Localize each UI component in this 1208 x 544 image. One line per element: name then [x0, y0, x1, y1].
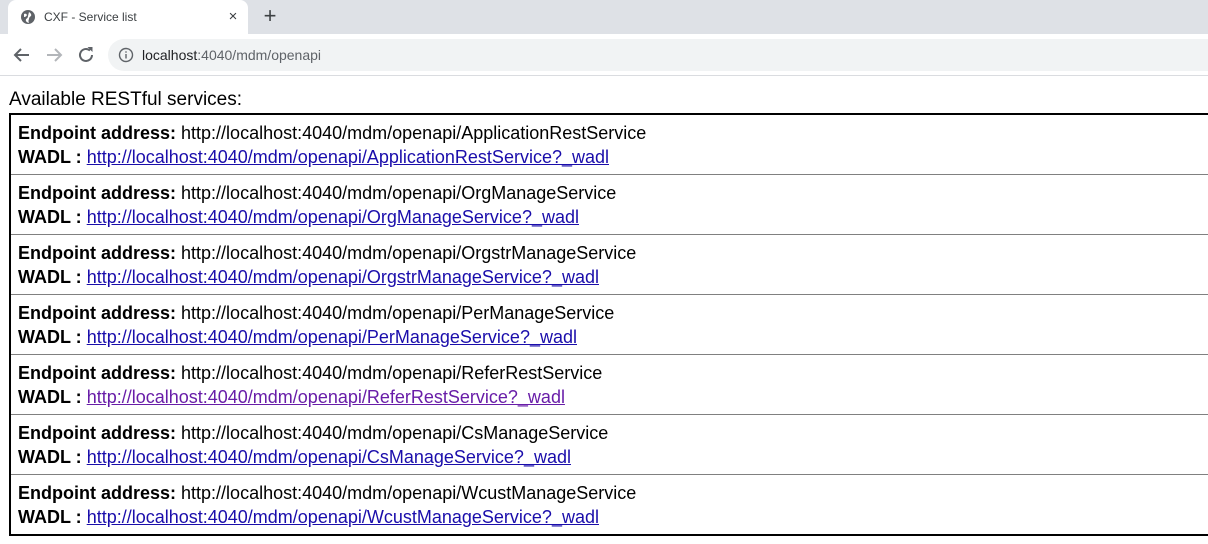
- tab-strip: CXF - Service list × +: [0, 0, 1208, 34]
- wadl-line: WADL : http://localhost:4040/mdm/openapi…: [18, 385, 1201, 409]
- wadl-label: WADL :: [18, 207, 82, 227]
- wadl-link[interactable]: http://localhost:4040/mdm/openapi/CsMana…: [87, 447, 571, 467]
- wadl-line: WADL : http://localhost:4040/mdm/openapi…: [18, 445, 1201, 469]
- service-row: Endpoint address: http://localhost:4040/…: [10, 354, 1208, 415]
- url-path: :4040/mdm/openapi: [197, 47, 322, 63]
- service-cell: Endpoint address: http://localhost:4040/…: [10, 114, 1208, 175]
- endpoint-line: Endpoint address: http://localhost:4040/…: [18, 481, 1201, 505]
- endpoint-address: http://localhost:4040/mdm/openapi/OrgMan…: [181, 183, 617, 203]
- service-row: Endpoint address: http://localhost:4040/…: [10, 474, 1208, 535]
- endpoint-label: Endpoint address:: [18, 303, 177, 323]
- service-cell: Endpoint address: http://localhost:4040/…: [10, 474, 1208, 535]
- url-host: localhost: [142, 47, 198, 63]
- address-bar[interactable]: localhost:4040/mdm/openapi: [108, 39, 1208, 71]
- arrow-right-icon[interactable]: [43, 44, 65, 66]
- endpoint-address: http://localhost:4040/mdm/openapi/WcustM…: [181, 483, 637, 503]
- tab-title: CXF - Service list: [44, 10, 137, 24]
- wadl-label: WADL :: [18, 387, 82, 407]
- page-content: Available RESTful services: Endpoint add…: [0, 77, 1208, 544]
- wadl-link[interactable]: http://localhost:4040/mdm/openapi/Orgstr…: [87, 267, 599, 287]
- endpoint-line: Endpoint address: http://localhost:4040/…: [18, 421, 1201, 445]
- arrow-left-icon[interactable]: [11, 44, 33, 66]
- wadl-label: WADL :: [18, 147, 82, 167]
- wadl-line: WADL : http://localhost:4040/mdm/openapi…: [18, 325, 1201, 349]
- browser-toolbar: localhost:4040/mdm/openapi: [0, 34, 1208, 76]
- page-title: Available RESTful services:: [9, 89, 243, 110]
- endpoint-line: Endpoint address: http://localhost:4040/…: [18, 361, 1201, 385]
- endpoint-label: Endpoint address:: [18, 483, 177, 503]
- wadl-label: WADL :: [18, 327, 82, 347]
- wadl-label: WADL :: [18, 507, 82, 527]
- new-tab-button[interactable]: +: [258, 5, 282, 28]
- wadl-link[interactable]: http://localhost:4040/mdm/openapi/ReferR…: [87, 387, 565, 407]
- wadl-line: WADL : http://localhost:4040/mdm/openapi…: [18, 205, 1201, 229]
- wadl-link[interactable]: http://localhost:4040/mdm/openapi/Applic…: [87, 147, 609, 167]
- endpoint-address: http://localhost:4040/mdm/openapi/ReferR…: [181, 363, 603, 383]
- endpoint-label: Endpoint address:: [18, 363, 177, 383]
- service-row: Endpoint address: http://localhost:4040/…: [10, 294, 1208, 355]
- endpoint-label: Endpoint address:: [18, 243, 177, 263]
- endpoint-label: Endpoint address:: [18, 423, 177, 443]
- endpoint-address: http://localhost:4040/mdm/openapi/PerMan…: [181, 303, 615, 323]
- service-row: Endpoint address: http://localhost:4040/…: [10, 174, 1208, 235]
- globe-icon: [21, 10, 35, 24]
- wadl-label: WADL :: [18, 447, 82, 467]
- endpoint-address: http://localhost:4040/mdm/openapi/CsMana…: [181, 423, 609, 443]
- endpoint-line: Endpoint address: http://localhost:4040/…: [18, 121, 1201, 145]
- service-cell: Endpoint address: http://localhost:4040/…: [10, 414, 1208, 475]
- services-table: Endpoint address: http://localhost:4040/…: [9, 113, 1208, 536]
- tab-close-icon[interactable]: ×: [224, 8, 242, 26]
- wadl-link[interactable]: http://localhost:4040/mdm/openapi/WcustM…: [87, 507, 599, 527]
- endpoint-label: Endpoint address:: [18, 183, 177, 203]
- service-cell: Endpoint address: http://localhost:4040/…: [10, 234, 1208, 295]
- browser-tab[interactable]: CXF - Service list ×: [8, 0, 248, 34]
- reload-icon[interactable]: [75, 44, 97, 66]
- endpoint-address: http://localhost:4040/mdm/openapi/Applic…: [181, 123, 647, 143]
- service-row: Endpoint address: http://localhost:4040/…: [10, 414, 1208, 475]
- url-text[interactable]: localhost:4040/mdm/openapi: [142, 47, 321, 63]
- service-row: Endpoint address: http://localhost:4040/…: [10, 234, 1208, 295]
- wadl-label: WADL :: [18, 267, 82, 287]
- endpoint-line: Endpoint address: http://localhost:4040/…: [18, 241, 1201, 265]
- service-cell: Endpoint address: http://localhost:4040/…: [10, 354, 1208, 415]
- wadl-line: WADL : http://localhost:4040/mdm/openapi…: [18, 265, 1201, 289]
- wadl-line: WADL : http://localhost:4040/mdm/openapi…: [18, 145, 1201, 169]
- service-cell: Endpoint address: http://localhost:4040/…: [10, 174, 1208, 235]
- wadl-line: WADL : http://localhost:4040/mdm/openapi…: [18, 505, 1201, 529]
- service-row: Endpoint address: http://localhost:4040/…: [10, 114, 1208, 175]
- wadl-link[interactable]: http://localhost:4040/mdm/openapi/OrgMan…: [87, 207, 579, 227]
- service-cell: Endpoint address: http://localhost:4040/…: [10, 294, 1208, 355]
- info-icon[interactable]: [118, 47, 134, 63]
- endpoint-line: Endpoint address: http://localhost:4040/…: [18, 301, 1201, 325]
- endpoint-address: http://localhost:4040/mdm/openapi/Orgstr…: [181, 243, 637, 263]
- endpoint-line: Endpoint address: http://localhost:4040/…: [18, 181, 1201, 205]
- endpoint-label: Endpoint address:: [18, 123, 177, 143]
- wadl-link[interactable]: http://localhost:4040/mdm/openapi/PerMan…: [87, 327, 577, 347]
